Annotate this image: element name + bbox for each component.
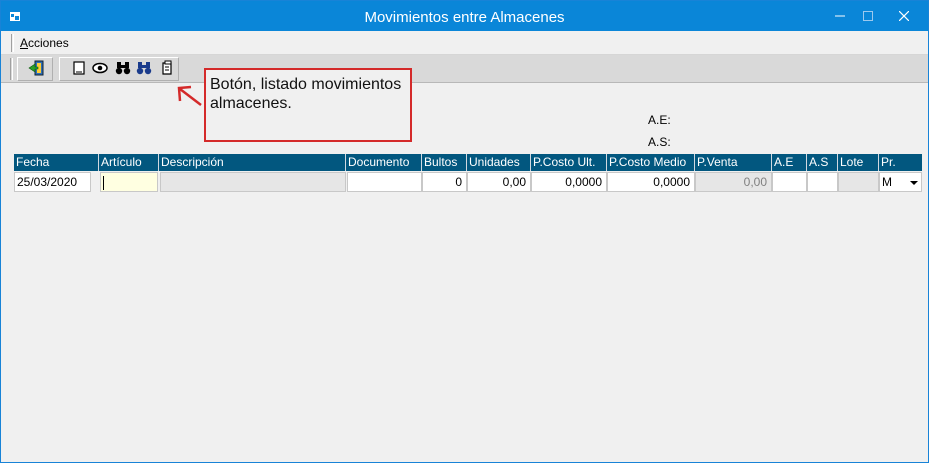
table-row: 25/03/2020 0 0,00 0,0000 0,0000 0,00 M [14,171,922,193]
col-unidades[interactable]: Unidades [467,154,531,171]
col-ae[interactable]: A.E [772,154,807,171]
ver-icon [92,62,108,74]
salir-button[interactable] [28,59,46,77]
cell-ae[interactable] [772,172,807,192]
grid-header: Fecha Artículo Descripción Documento Bul… [14,154,922,171]
ver-button[interactable] [91,59,109,77]
cell-articulo[interactable] [100,172,158,192]
menu-bar: Acciones [1,31,928,55]
col-pcosto-ult[interactable]: P.Costo Ult. [531,154,607,171]
cell-fecha[interactable]: 25/03/2020 [14,172,91,192]
col-articulo[interactable]: Artículo [99,154,159,171]
col-lote[interactable]: Lote [838,154,879,171]
window-title: Movimientos entre Almacenes [364,9,565,26]
cell-documento[interactable] [347,172,422,192]
buscar-button[interactable] [114,59,132,77]
buscar-avanzado-icon [136,62,152,75]
cell-descripcion[interactable] [160,172,346,192]
text-caret [103,176,104,190]
col-documento[interactable]: Documento [346,154,422,171]
col-bultos[interactable]: Bultos [422,154,467,171]
menu-acciones[interactable]: Acciones [20,36,69,50]
salir-icon [28,60,44,76]
nuevo-button[interactable] [70,59,88,77]
cell-bultos[interactable]: 0 [422,172,467,192]
chevron-down-icon[interactable] [910,181,918,185]
col-pr[interactable]: Pr. [879,154,922,171]
col-pcosto-medio[interactable]: P.Costo Medio [607,154,695,171]
buscar-icon [115,62,131,75]
cell-unidades[interactable]: 0,00 [467,172,531,192]
close-icon [898,10,910,22]
cell-pcosto-medio[interactable]: 0,0000 [607,172,695,192]
col-pventa[interactable]: P.Venta [695,154,772,171]
cell-pcosto-ult[interactable]: 0,0000 [531,172,607,192]
almacen-salida-label: A.S: [648,135,671,149]
annotation-callout: Botón, listado movimientos almacenes. [204,68,412,142]
maximize-icon [863,11,873,21]
buscar-avanzado-button[interactable] [135,59,153,77]
annotation-arrow-icon [177,85,202,106]
toolbar-grip[interactable] [10,58,13,80]
almacen-entrada-label: A.E: [648,113,671,127]
cell-lote[interactable] [838,172,879,192]
close-button[interactable] [887,1,921,31]
cell-as[interactable] [807,172,838,192]
listado-movimientos-icon [162,60,172,75]
title-bar[interactable]: Movimientos entre Almacenes [1,1,928,31]
nuevo-documento-icon [73,61,85,75]
menu-grip[interactable] [11,34,14,52]
cell-pventa[interactable]: 0,00 [695,172,772,192]
col-fecha[interactable]: Fecha [14,154,99,171]
app-window: Movimientos entre Almacenes Acciones Bot… [0,0,929,463]
cell-pr-dropdown[interactable]: M [879,172,922,192]
listado-movimientos-button[interactable] [158,59,176,77]
col-descripcion[interactable]: Descripción [159,154,346,171]
maximize-button[interactable] [851,1,885,31]
toolbar [1,55,928,83]
minimize-icon [835,15,845,17]
cell-pr-value: M [882,175,892,189]
col-as[interactable]: A.S [807,154,838,171]
